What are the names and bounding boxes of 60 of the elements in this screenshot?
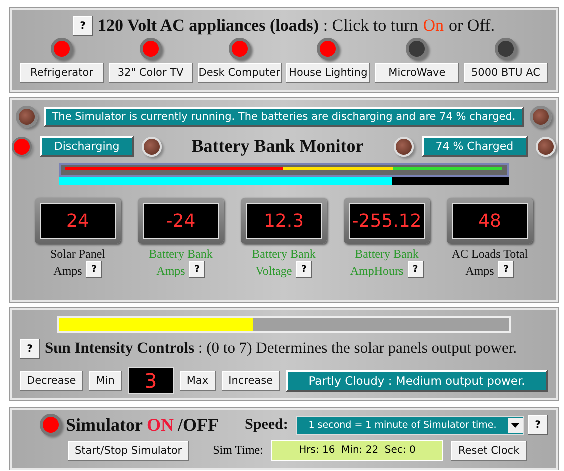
indicator-light-on[interactable] — [140, 38, 162, 60]
start-stop-button[interactable]: Start/Stop Simulator — [68, 440, 190, 460]
weather-label: Partly Cloudy : Medium output power. — [286, 370, 548, 392]
meter-label: Solar Panel — [50, 247, 106, 261]
meter-display: 24 — [40, 203, 116, 239]
mode-label: Discharging — [40, 136, 134, 157]
control-button[interactable]: Min — [89, 370, 122, 390]
intensity-display: 3 — [128, 367, 174, 394]
meter-label: Battery Bank — [252, 247, 316, 261]
indicator-light-on[interactable] — [228, 38, 251, 60]
help-button[interactable]: ? — [189, 261, 206, 278]
meter-label: Amps — [156, 264, 186, 278]
help-button[interactable]: ? — [528, 415, 548, 435]
meter-label: AC Loads Total — [452, 247, 528, 261]
charge-label: 74 % Charged — [422, 136, 528, 157]
monitor-title: Battery Bank Monitor — [192, 136, 364, 157]
meter-label: Amps — [466, 264, 494, 278]
status-message: The Simulator is currently running. The batteries are discharging and are 74 % charged. — [44, 107, 524, 127]
help-button[interactable]: ? — [86, 261, 102, 278]
indicator-light-on[interactable] — [317, 38, 340, 60]
heading-tail: or Off. — [449, 16, 495, 36]
appliance-button[interactable]: Refrigerator — [20, 63, 104, 83]
help-button[interactable]: ? — [296, 261, 312, 278]
control-button[interactable]: Increase — [222, 370, 280, 390]
reset-button[interactable]: Reset Clock — [451, 440, 527, 460]
sim-time-label: Sim Time: — [213, 443, 264, 458]
meter-display: 48 — [452, 203, 528, 239]
appliance-button[interactable]: Desk Computer — [198, 63, 282, 83]
appliance-button[interactable]: MicroWave — [375, 63, 460, 83]
indicator-light-off[interactable] — [494, 38, 517, 60]
meter-display: 12.3 — [246, 203, 322, 239]
meter-label: Voltage — [256, 264, 292, 278]
help-button[interactable]: ? — [20, 339, 40, 359]
speed-label: Speed: — [245, 416, 288, 434]
meter-label: Amps — [54, 264, 82, 278]
on-word: ON — [147, 414, 174, 436]
appliance-button[interactable]: 32" Color TV — [108, 63, 193, 83]
meter-display: -24 — [143, 203, 219, 239]
help-button[interactable]: ? — [73, 16, 94, 36]
meter-display: -255.12 — [349, 203, 425, 239]
help-button[interactable]: ? — [408, 261, 424, 278]
off-word: /OFF — [178, 414, 220, 436]
meter-label: Battery Bank — [149, 247, 213, 261]
meter-label: AmpHours — [350, 264, 404, 278]
control-button[interactable]: Decrease — [20, 370, 84, 390]
panel-heading: Sun Intensity Controls : (0 to 7) Determines the solar panels output power. — [45, 340, 518, 358]
help-button[interactable]: ? — [498, 261, 514, 278]
simulator-title: Simulator — [66, 414, 144, 436]
on-word: On — [423, 16, 444, 36]
caret-icon — [508, 418, 524, 432]
dropdown-value: 1 second = 1 minute of Simulator time. — [308, 420, 498, 430]
speed-dropdown[interactable]: 1 second = 1 minute of Simulator time. — [296, 416, 524, 434]
sim-time-display: Hrs: 16 Min: 22 Sec: 0 — [271, 440, 444, 461]
appliance-button[interactable]: 5000 BTU AC — [464, 63, 548, 83]
panel-heading: 120 Volt AC appliances (loads) : Click to turn — [98, 16, 418, 36]
control-button[interactable]: Max — [180, 370, 216, 390]
appliance-button[interactable]: House Lighting — [286, 63, 370, 83]
indicator-light-on[interactable] — [51, 38, 73, 60]
indicator-light-off[interactable] — [406, 38, 428, 60]
meter-label: Battery Bank — [355, 247, 419, 261]
